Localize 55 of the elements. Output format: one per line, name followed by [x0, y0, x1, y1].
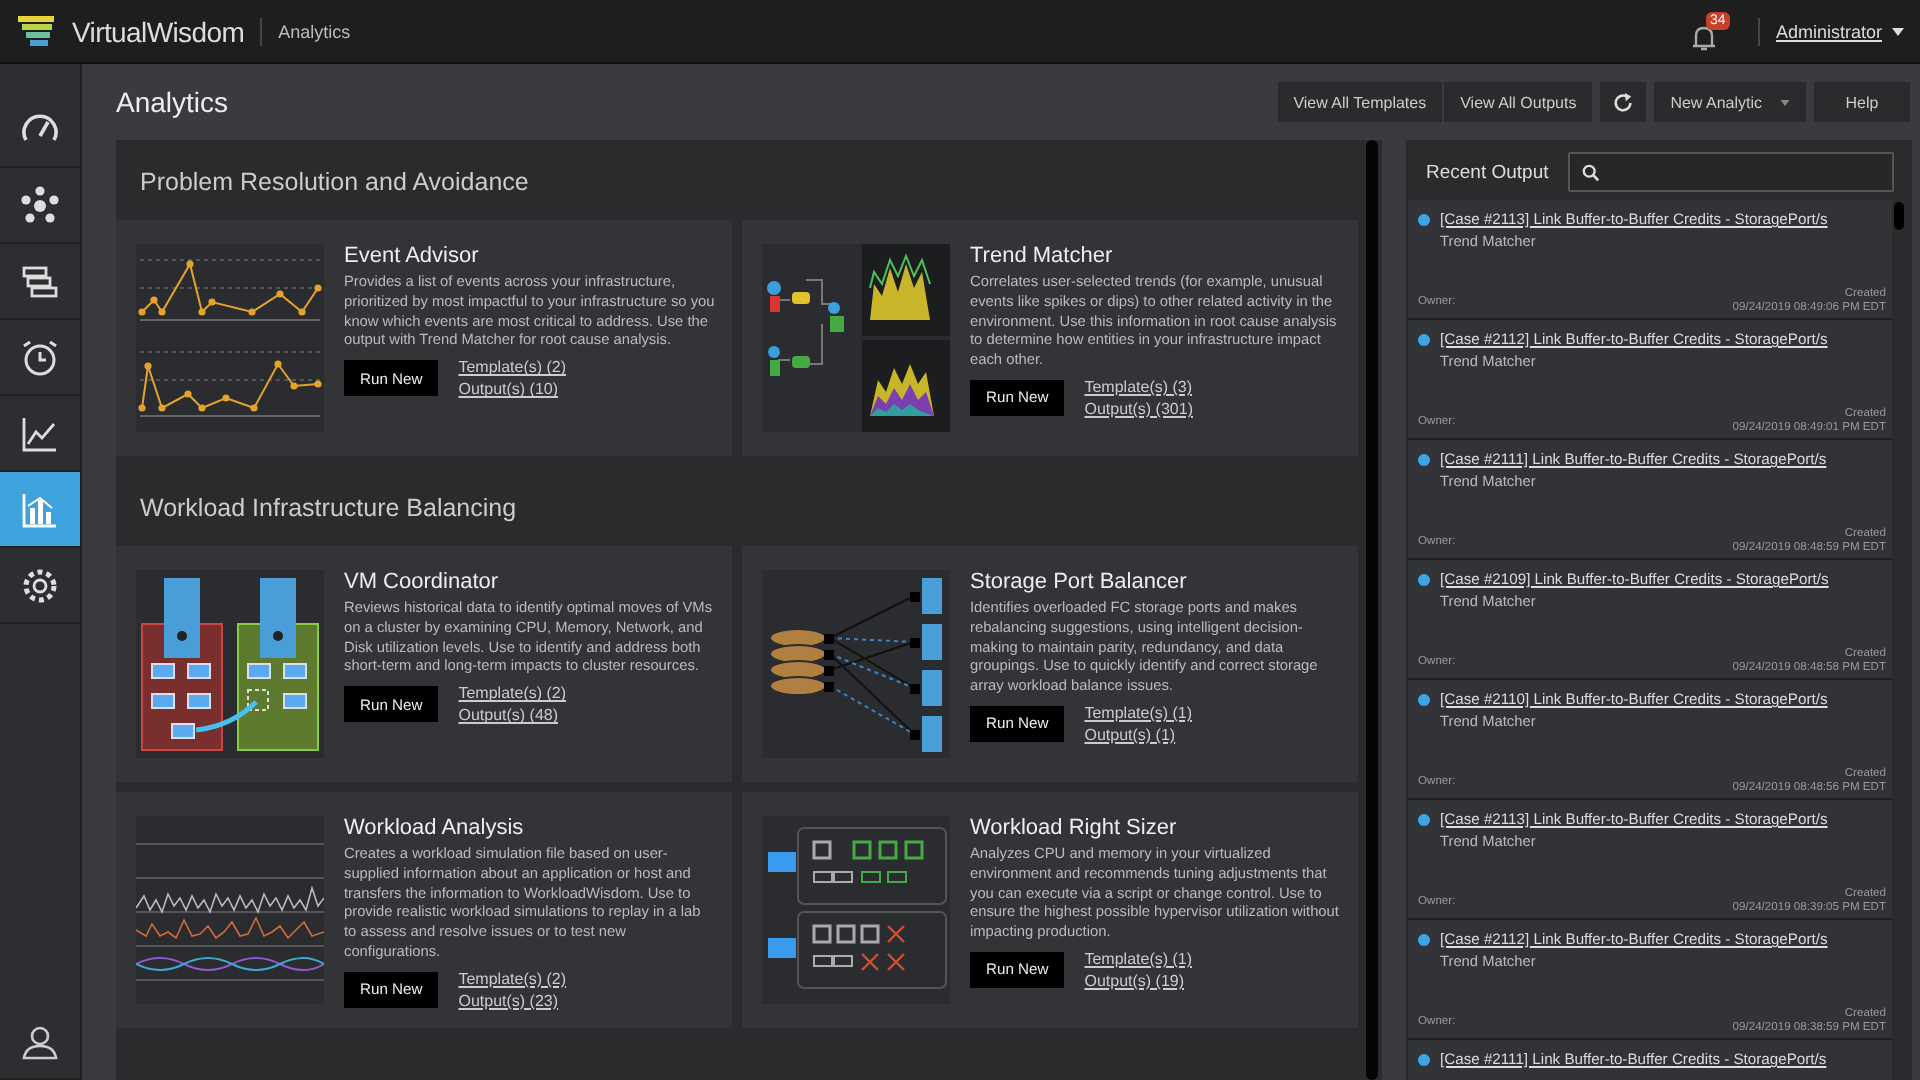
refresh-button[interactable]: [1600, 82, 1647, 122]
stack-icon: [20, 261, 60, 301]
search-icon: [1582, 163, 1601, 181]
outputs-link[interactable]: Output(s) (301): [1084, 399, 1193, 418]
panel-title: Recent Output: [1426, 161, 1549, 183]
person-icon: [20, 1021, 60, 1061]
card-title: VM Coordinator: [344, 570, 501, 594]
outputs-link[interactable]: Output(s) (1): [1084, 725, 1193, 744]
card-title: Event Advisor: [344, 244, 481, 268]
status-dot: [1418, 333, 1430, 345]
caret-icon: [1892, 27, 1904, 35]
outputs-link[interactable]: Output(s) (48): [458, 706, 567, 725]
status-dot: [1418, 213, 1430, 225]
status-dot: [1418, 813, 1430, 825]
line-chart-icon: [20, 413, 60, 453]
new-analytic-button[interactable]: New Analytic: [1654, 82, 1806, 122]
page-title: Analytics: [116, 86, 229, 118]
card-title: Trend Matcher: [970, 244, 1115, 268]
toolbar-button[interactable]: View All Outputs: [1444, 82, 1593, 122]
card-title: Workload Right Sizer: [970, 816, 1179, 840]
scrollbar-thumb[interactable]: [1894, 202, 1904, 230]
outputs-link[interactable]: Output(s) (10): [458, 380, 567, 399]
alarm-clock-icon: [20, 337, 60, 377]
search-field[interactable]: [1568, 152, 1894, 192]
settings-icon: [20, 565, 60, 605]
bar-chart-icon: [20, 489, 60, 529]
outputs-link[interactable]: Output(s) (23): [458, 991, 567, 1010]
status-dot: [1418, 453, 1430, 465]
templates-link[interactable]: Template(s) (2): [458, 684, 567, 703]
templates-link[interactable]: Template(s) (1): [1084, 703, 1193, 722]
user-menu[interactable]: Administrator: [1775, 21, 1904, 41]
logo-icon: [16, 11, 56, 51]
nav-item[interactable]: [0, 472, 80, 548]
scrollbar[interactable]: [1366, 140, 1378, 1080]
card-title: Workload Analysis: [344, 816, 526, 840]
toolbar-button[interactable]: View All Templates: [1277, 82, 1443, 122]
help-button[interactable]: Help: [1814, 82, 1910, 122]
bell-icon: [1689, 23, 1718, 51]
brand-name: VirtualWisdom: [72, 15, 245, 47]
status-dot: [1418, 693, 1430, 705]
status-dot: [1418, 573, 1430, 585]
templates-link[interactable]: Template(s) (3): [1084, 377, 1193, 396]
templates-link[interactable]: Template(s) (2): [458, 358, 567, 377]
templates-link[interactable]: Template(s) (1): [1084, 949, 1193, 968]
section-heading: Problem Resolution and Avoidance: [138, 166, 531, 200]
refresh-icon: [1612, 91, 1635, 113]
status-dot: [1418, 933, 1430, 945]
caret-icon: [1780, 99, 1790, 105]
templates-link[interactable]: Template(s) (2): [458, 969, 567, 988]
network-icon: [20, 185, 60, 225]
section-heading: Workload Infrastructure Balancing: [138, 492, 519, 526]
card-title: Storage Port Balancer: [970, 570, 1189, 594]
breadcrumb: Analytics: [278, 21, 351, 41]
status-dot: [1418, 1053, 1430, 1065]
outputs-link[interactable]: Output(s) (19): [1084, 971, 1193, 990]
